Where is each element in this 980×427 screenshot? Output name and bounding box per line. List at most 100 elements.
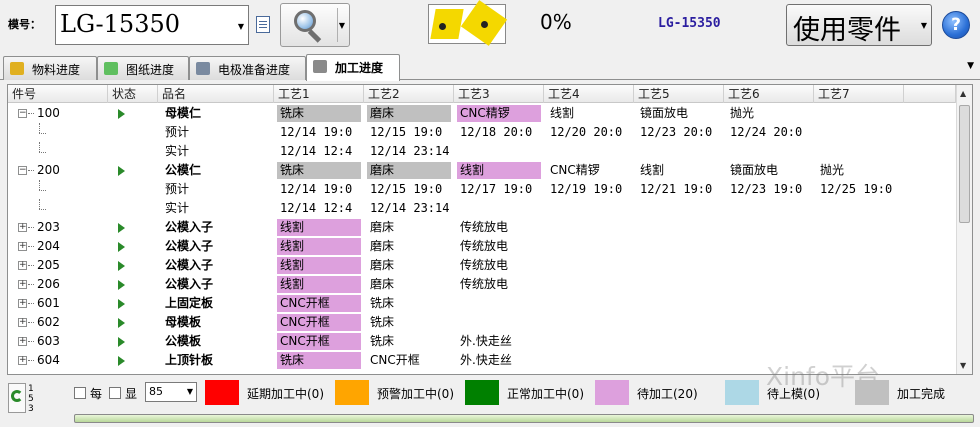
schedule-row[interactable]: 预计 12/14 19:0 12/15 19:0 12/17 19:0 12/19 19… (8, 180, 956, 199)
status-play-icon[interactable] (118, 223, 125, 233)
status-play-icon[interactable] (118, 318, 125, 328)
column-header[interactable]: 工艺6 (724, 85, 814, 103)
process-cell[interactable]: 线割 (547, 105, 631, 122)
column-header[interactable]: 状态 (108, 85, 158, 103)
collapse-icon[interactable]: − (18, 109, 27, 118)
schedule-row[interactable]: 实计 12/14 12:4 12/14 23:14 (8, 142, 956, 161)
process-cell[interactable]: 磨床 (367, 238, 451, 255)
process-cell[interactable]: CNC精锣 (547, 162, 631, 179)
chevron-down-icon[interactable]: ▼ (339, 21, 345, 30)
column-header[interactable]: 工艺7 (814, 85, 904, 103)
status-play-icon[interactable] (118, 261, 125, 271)
part-row[interactable]: − 100 母模仁 铣床 磨床 CNC精锣 线割 镜面放电 抛光 (8, 104, 956, 123)
process-cell[interactable]: CNC精锣 (457, 105, 541, 122)
column-header[interactable]: 工艺5 (634, 85, 724, 103)
process-cell[interactable]: 线割 (277, 238, 361, 255)
part-row[interactable]: +206 公模入子 线割 磨床 传统放电 (8, 275, 956, 294)
refresh-button[interactable] (8, 383, 26, 413)
status-play-icon[interactable] (118, 356, 125, 366)
process-cell[interactable]: 线割 (457, 162, 541, 179)
expand-icon[interactable]: + (18, 223, 27, 232)
status-play-icon[interactable] (118, 280, 125, 290)
document-icon[interactable] (256, 16, 270, 33)
expand-icon[interactable]: + (18, 318, 27, 327)
process-cell[interactable]: 磨床 (367, 162, 451, 179)
expand-icon[interactable]: + (18, 242, 27, 251)
process-cell[interactable]: 线割 (277, 257, 361, 274)
collapse-icon[interactable]: − (18, 166, 27, 175)
tab-menu-icon[interactable]: ▼ (967, 61, 974, 71)
status-play-icon[interactable] (118, 337, 125, 347)
page-size-select[interactable]: 85 ▼ (145, 382, 197, 402)
schedule-row[interactable]: 实计 12/14 12:4 12/14 23:14 (8, 199, 956, 218)
scroll-up-icon[interactable]: ▲ (960, 89, 966, 98)
process-cell[interactable]: 传统放电 (457, 238, 541, 255)
column-header[interactable]: 品名 (158, 85, 274, 103)
column-header[interactable]: 工艺1 (274, 85, 364, 103)
process-cell[interactable]: 线割 (277, 219, 361, 236)
each-checkbox[interactable] (74, 387, 86, 399)
part-row[interactable]: +602 母模板 CNC开框 铣床 (8, 313, 956, 332)
show-checkbox[interactable] (109, 387, 121, 399)
part-row[interactable]: −200 公模仁 铣床 磨床 线割 CNC精锣 线割 镜面放电 抛光 (8, 161, 956, 180)
column-header[interactable]: 件号 (8, 85, 108, 103)
process-cell[interactable]: 铣床 (277, 352, 361, 369)
use-parts-button[interactable]: 使用零件 ▼ (786, 4, 932, 46)
process-cell[interactable]: 抛光 (817, 162, 901, 179)
part-row[interactable]: +205 公模入子 线割 磨床 传统放电 (8, 256, 956, 275)
tab-drawing-progress[interactable]: 图纸进度 (97, 56, 189, 80)
schedule-row[interactable]: 预计 12/14 19:0 12/15 19:0 12/18 20:0 12/20 20… (8, 123, 956, 142)
part-image-icon[interactable] (428, 0, 508, 46)
process-cell[interactable]: 抛光 (727, 105, 811, 122)
process-cell[interactable]: 铣床 (277, 105, 361, 122)
expand-icon[interactable]: + (18, 261, 27, 270)
vertical-scrollbar[interactable]: ▲ ▼ (956, 85, 972, 374)
process-cell[interactable]: 外.快走丝 (457, 352, 541, 369)
drawing-icon (104, 62, 118, 75)
status-play-icon[interactable] (118, 109, 125, 119)
process-cell[interactable]: 铣床 (367, 333, 451, 350)
expand-icon[interactable]: + (18, 356, 27, 365)
scroll-down-icon[interactable]: ▼ (960, 361, 966, 370)
status-play-icon[interactable] (118, 299, 125, 309)
process-cell[interactable]: 外.快走丝 (457, 333, 541, 350)
tab-electrode-progress[interactable]: 电极准备进度 (189, 56, 306, 80)
process-cell[interactable]: 铣床 (367, 314, 451, 331)
expand-icon[interactable]: + (18, 337, 27, 346)
part-row[interactable]: +203 公模入子 线割 磨床 传统放电 (8, 218, 956, 237)
scroll-thumb[interactable] (959, 105, 970, 223)
process-cell[interactable]: 铣床 (277, 162, 361, 179)
part-row[interactable]: +603 公模板 CNC开框 铣床 外.快走丝 (8, 332, 956, 351)
mold-select[interactable]: LG-15350 ▼ (55, 5, 249, 45)
part-name: 母模仁 (165, 106, 202, 120)
expand-icon[interactable]: + (18, 299, 27, 308)
process-cell[interactable]: 铣床 (367, 295, 451, 312)
process-cell[interactable]: CNC开框 (277, 295, 361, 312)
status-play-icon[interactable] (118, 242, 125, 252)
process-cell[interactable]: CNC开框 (277, 333, 361, 350)
process-cell[interactable]: 传统放电 (457, 257, 541, 274)
process-cell[interactable]: CNC开框 (367, 352, 451, 369)
column-header[interactable]: 工艺4 (544, 85, 634, 103)
status-play-icon[interactable] (118, 166, 125, 176)
process-cell[interactable]: 线割 (277, 276, 361, 293)
column-header[interactable]: 工艺2 (364, 85, 454, 103)
part-row[interactable]: +204 公模入子 线割 磨床 传统放电 (8, 237, 956, 256)
tab-machining-progress[interactable]: 加工进度 (306, 54, 400, 81)
process-cell[interactable]: 磨床 (367, 219, 451, 236)
process-cell[interactable]: 线割 (637, 162, 721, 179)
help-button[interactable]: ? (942, 11, 970, 39)
process-cell[interactable]: 磨床 (367, 105, 451, 122)
process-cell[interactable]: CNC开框 (277, 314, 361, 331)
search-button[interactable]: ▼ (280, 3, 350, 47)
process-cell[interactable]: 镜面放电 (727, 162, 811, 179)
process-cell[interactable]: 镜面放电 (637, 105, 721, 122)
column-header[interactable]: 工艺3 (454, 85, 544, 103)
part-row[interactable]: +601 上固定板 CNC开框 铣床 (8, 294, 956, 313)
process-cell[interactable]: 传统放电 (457, 276, 541, 293)
tab-material-progress[interactable]: 物料进度 (3, 56, 97, 80)
process-cell[interactable]: 传统放电 (457, 219, 541, 236)
expand-icon[interactable]: + (18, 280, 27, 289)
process-cell[interactable]: 磨床 (367, 276, 451, 293)
process-cell[interactable]: 磨床 (367, 257, 451, 274)
